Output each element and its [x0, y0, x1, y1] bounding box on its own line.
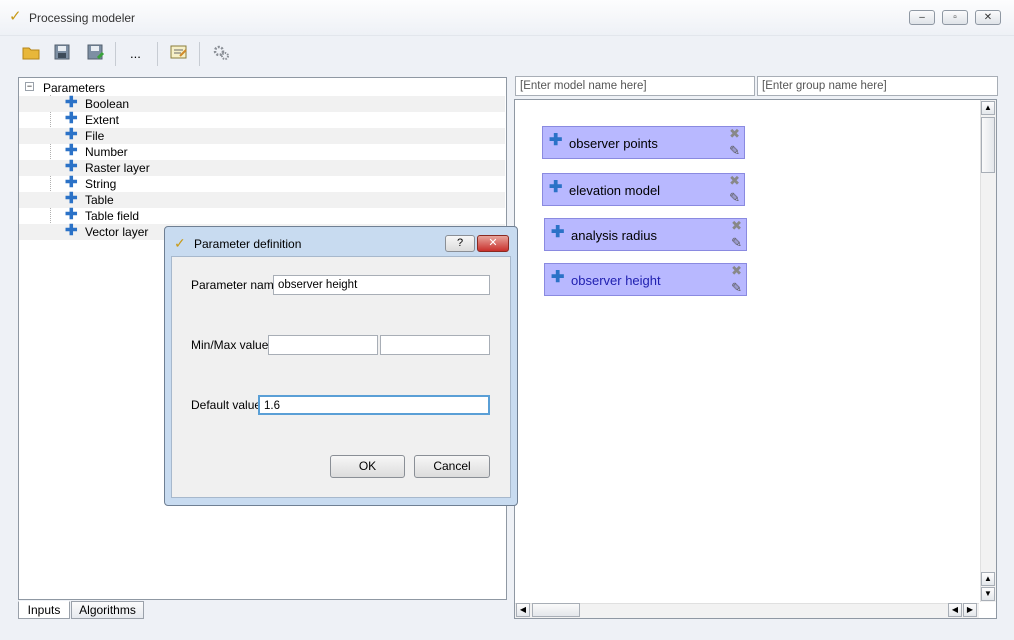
group-name-input[interactable]: [Enter group name here]	[757, 76, 998, 96]
tree-item-vector-layer[interactable]: Vector layer	[85, 225, 148, 239]
tree-item-string[interactable]: String	[85, 177, 116, 191]
add-parameter-icon: ✚	[65, 222, 78, 239]
default-value-label: Default value	[191, 398, 262, 412]
add-parameter-icon: ✚	[65, 158, 78, 175]
model-node[interactable]: ✚ elevation model ✖ ✎	[542, 173, 745, 206]
model-name-input[interactable]: [Enter model name here]	[515, 76, 755, 96]
save-as-icon[interactable]	[87, 44, 109, 64]
node-plus-icon: ✚	[551, 269, 565, 286]
remove-node-icon[interactable]: ✖	[729, 127, 740, 140]
node-label: elevation model	[569, 183, 661, 198]
scroll-up-icon[interactable]: ▲	[981, 572, 995, 586]
add-parameter-icon: ✚	[65, 174, 78, 191]
tree-item-file[interactable]: File	[85, 129, 104, 143]
add-parameter-icon: ✚	[65, 206, 78, 223]
vertical-scrollbar[interactable]	[980, 100, 996, 602]
node-plus-icon: ✚	[551, 224, 565, 241]
scroll-right-icon[interactable]: ▶	[963, 603, 977, 617]
vertical-scroll-thumb[interactable]	[981, 117, 995, 173]
toolbar-separator	[115, 42, 116, 66]
default-value-field[interactable]: 1.6	[258, 395, 490, 415]
remove-node-icon[interactable]: ✖	[729, 174, 740, 187]
edit-node-icon[interactable]: ✎	[731, 236, 742, 249]
add-parameter-icon: ✚	[65, 190, 78, 207]
add-parameter-icon: ✚	[65, 94, 78, 111]
parameter-name-label: Parameter name	[191, 278, 281, 292]
model-node[interactable]: ✚ analysis radius ✖ ✎	[544, 218, 747, 251]
add-parameter-icon: ✚	[65, 142, 78, 159]
edit-help-icon[interactable]	[170, 44, 192, 64]
qgis-logo-icon: ✓	[9, 8, 22, 25]
remove-node-icon[interactable]: ✖	[731, 264, 742, 277]
min-value-field[interactable]	[268, 335, 378, 355]
maximize-button[interactable]: ▫	[942, 10, 968, 25]
dialog-close-button[interactable]: ✕	[477, 235, 509, 252]
minimize-button[interactable]: ‒	[909, 10, 935, 25]
add-parameter-icon: ✚	[65, 126, 78, 143]
tree-item-table-field[interactable]: Table field	[85, 209, 139, 223]
remove-node-icon[interactable]: ✖	[731, 219, 742, 232]
save-icon[interactable]	[54, 44, 76, 64]
window-title: Processing modeler	[29, 11, 136, 25]
tab-algorithms[interactable]: Algorithms	[71, 601, 144, 619]
toolbar-separator	[199, 42, 200, 66]
node-label: observer height	[571, 273, 661, 288]
open-folder-icon[interactable]	[22, 44, 44, 64]
edit-node-icon[interactable]: ✎	[731, 281, 742, 294]
scroll-down-icon[interactable]: ▼	[981, 587, 995, 601]
tree-item-table[interactable]: Table	[85, 193, 114, 207]
horizontal-scrollbar[interactable]	[515, 603, 979, 618]
model-node[interactable]: ✚ observer points ✖ ✎	[542, 126, 745, 159]
model-node[interactable]: ✚ observer height ✖ ✎	[544, 263, 747, 296]
node-plus-icon: ✚	[549, 132, 563, 149]
tree-item-extent[interactable]: Extent	[85, 113, 119, 127]
scroll-left-icon[interactable]: ◀	[948, 603, 962, 617]
close-window-button[interactable]: ✕	[975, 10, 1001, 25]
title-bar	[0, 0, 1014, 36]
tree-item-raster-layer[interactable]: Raster layer	[85, 161, 150, 175]
parameter-name-field[interactable]: observer height	[273, 275, 490, 295]
scroll-left-icon[interactable]: ◀	[516, 603, 530, 617]
more-button[interactable]: ...	[130, 46, 141, 61]
cancel-button[interactable]: Cancel	[414, 455, 490, 478]
horizontal-scroll-thumb[interactable]	[532, 603, 580, 617]
min-max-label: Min/Max values	[191, 338, 275, 352]
tree-item-number[interactable]: Number	[85, 145, 128, 159]
help-button[interactable]: ?	[445, 235, 475, 252]
ok-button[interactable]: OK	[330, 455, 405, 478]
run-gears-icon[interactable]	[212, 44, 234, 64]
dialog-title: Parameter definition	[194, 237, 302, 251]
collapse-toggle[interactable]: −	[25, 82, 34, 91]
qgis-logo-icon: ✓	[174, 235, 186, 251]
edit-node-icon[interactable]: ✎	[729, 191, 740, 204]
add-parameter-icon: ✚	[65, 110, 78, 127]
tab-inputs[interactable]: Inputs	[18, 601, 70, 619]
node-label: observer points	[569, 136, 658, 151]
edit-node-icon[interactable]: ✎	[729, 144, 740, 157]
max-value-field[interactable]	[380, 335, 490, 355]
tree-item-boolean[interactable]: Boolean	[85, 97, 129, 111]
scroll-up-icon[interactable]: ▲	[981, 101, 995, 115]
toolbar-separator	[157, 42, 158, 66]
tree-root-parameters[interactable]: Parameters	[43, 81, 105, 95]
node-label: analysis radius	[571, 228, 657, 243]
node-plus-icon: ✚	[549, 179, 563, 196]
